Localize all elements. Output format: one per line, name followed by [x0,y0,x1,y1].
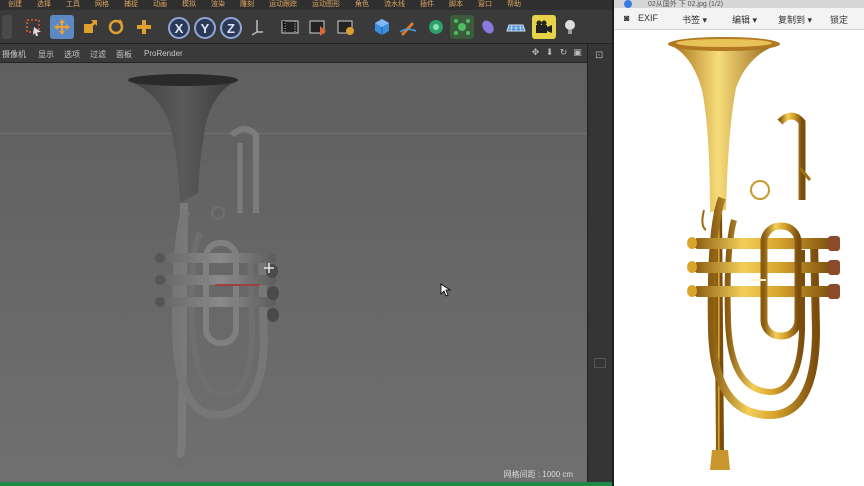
reference-image [620,30,864,480]
orbit-icon[interactable]: ↻ [558,47,569,58]
cube-icon[interactable] [370,15,394,39]
pen-icon[interactable] [396,15,420,39]
menu-animate[interactable]: 动画 [145,0,174,10]
maximize-icon[interactable]: ▣ [572,47,583,58]
view-menu-filter[interactable]: 过滤 [90,49,106,60]
mouse-cursor-icon [440,283,452,297]
menu-tools[interactable]: 工具 [58,0,87,10]
grid-spacing-readout: 网格间距 : 1000 cm [503,470,573,479]
menu-create[interactable]: 创建 [0,0,29,10]
view-menu-panel[interactable]: 面板 [116,49,132,60]
select-tool-icon[interactable] [22,15,46,39]
c4d-window: 创建 选择 工具 网格 捕捉 动画 模拟 渲染 雕刻 运动跟踪 运动图形 角色 … [0,0,612,486]
camera-icon[interactable]: ◙ [624,13,629,23]
side-panel-strip: ⊡ [587,44,612,486]
menu-window[interactable]: 窗口 [470,0,499,10]
bookmarks-menu[interactable]: 书签 ▾ [682,13,707,26]
view-menu-display[interactable]: 显示 [38,49,54,60]
edit-menu[interactable]: 编辑 ▾ [732,13,757,26]
menu-help[interactable]: 帮助 [499,0,528,10]
zoom-icon[interactable]: ⬇ [544,47,555,58]
viewport-menubar: 摄像机 显示 选项 过滤 面板 ProRender ✥ ⬇ ↻ ▣ [0,44,587,63]
scale-icon[interactable] [78,15,102,39]
screen: 创建 选择 工具 网格 捕捉 动画 模拟 渲染 雕刻 运动跟踪 运动图形 角色 … [0,0,864,486]
menu-mesh[interactable]: 网格 [87,0,116,10]
render-settings-icon[interactable] [334,15,358,39]
y-axis-toggle[interactable]: Y [194,17,216,39]
camera-icon[interactable] [532,15,556,39]
viewer-toolbar: ◙ EXIF 书签 ▾ 编辑 ▾ 复制到 ▾ 锁定 [614,8,864,30]
menu-pipeline[interactable]: 流水线 [376,0,412,10]
deformer-icon[interactable] [476,15,500,39]
z-axis-toggle[interactable]: Z [220,17,242,39]
z-axis-label: Z [227,20,235,36]
main-toolbar: X Y Z [0,10,612,44]
coordinate-system-icon[interactable] [248,15,266,39]
lock-icon[interactable]: ⊡ [595,50,607,62]
menu-render[interactable]: 渲染 [203,0,232,10]
move-icon[interactable] [50,15,74,39]
viewer-title: 02从国外 下 02.jpg (1/2) [648,1,724,8]
menu-sculpt[interactable]: 雕刻 [232,0,261,10]
menu-select[interactable]: 选择 [29,0,58,10]
light-icon[interactable] [558,15,582,39]
menu-character[interactable]: 角色 [347,0,376,10]
status-bar [0,482,612,486]
trumpet-model[interactable] [0,63,587,486]
add-icon[interactable] [132,15,156,39]
view-menu-prorender[interactable]: ProRender [144,49,183,58]
menu-snap[interactable]: 捕捉 [116,0,145,10]
3d-viewport[interactable]: 网格间距 : 1000 cm [0,63,587,486]
x-axis-label: X [174,20,184,36]
menu-plugins[interactable]: 插件 [412,0,441,10]
brass-trumpet-photo [668,37,840,470]
main-menubar: 创建 选择 工具 网格 捕捉 动画 模拟 渲染 雕刻 运动跟踪 运动图形 角色 … [0,0,612,10]
lock-button[interactable]: 锁定 [830,13,848,26]
array-icon[interactable] [450,15,474,39]
menu-script[interactable]: 脚本 [441,0,470,10]
subdivision-icon[interactable] [424,15,448,39]
render-picture-icon[interactable] [306,15,330,39]
toolbar-edge [2,15,12,39]
render-view-icon[interactable] [278,15,302,39]
rotate-icon[interactable] [104,15,128,39]
floor-icon[interactable] [504,15,528,39]
menu-simulate[interactable]: 模拟 [174,0,203,10]
viewport-nav-icons: ✥ ⬇ ↻ ▣ [530,47,583,58]
viewer-app-icon [624,0,632,8]
viewer-titlebar: 02从国外 下 02.jpg (1/2) [614,0,864,8]
menu-motion-tracking[interactable]: 运动跟踪 [261,0,304,10]
view-menu-cameras[interactable]: 摄像机 [2,49,26,60]
copy-to-menu[interactable]: 复制到 ▾ [778,13,812,26]
x-axis-toggle[interactable]: X [168,17,190,39]
image-viewer-window: 02从国外 下 02.jpg (1/2) ◙ EXIF 书签 ▾ 编辑 ▾ 复制… [612,0,864,486]
exif-button[interactable]: EXIF [638,13,658,23]
y-axis-label: Y [200,20,210,36]
panel-toggle-icon[interactable] [594,358,606,368]
menu-mograph[interactable]: 运动图形 [304,0,347,10]
view-menu-options[interactable]: 选项 [64,49,80,60]
pan-icon[interactable]: ✥ [530,47,541,58]
